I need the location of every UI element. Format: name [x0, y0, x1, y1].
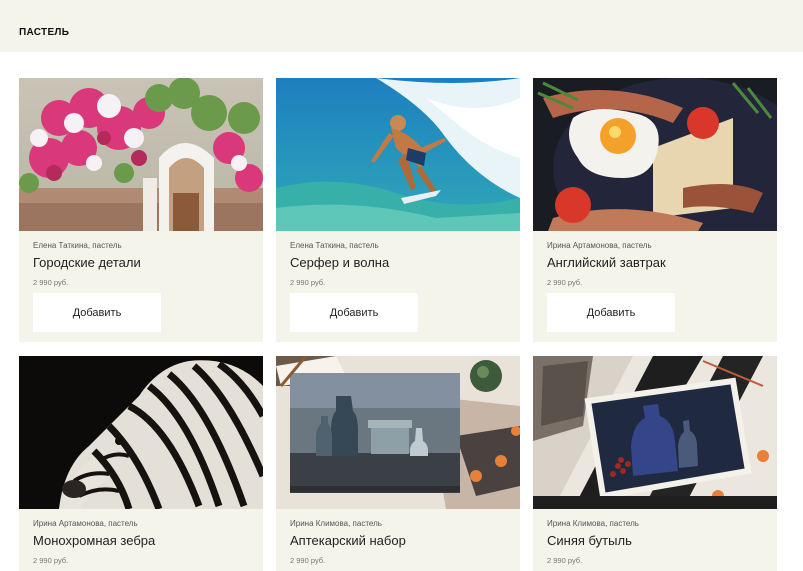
product-card[interactable]: Ирина Артамонова, пастель Монохромная зе… [19, 356, 263, 571]
product-image[interactable] [19, 356, 263, 509]
product-image[interactable] [276, 78, 520, 231]
product-title[interactable]: Серфер и волна [290, 255, 389, 270]
product-card[interactable]: Елена Таткина, пастель Серфер и волна 2 … [276, 78, 520, 342]
product-title[interactable]: Синяя бутыль [547, 533, 632, 548]
product-author: Ирина Климова, пастель [547, 519, 639, 528]
product-price: 2 990 руб. [33, 556, 69, 565]
product-card[interactable]: Ирина Климова, пастель Аптекарский набор… [276, 356, 520, 571]
product-card[interactable]: Ирина Климова, пастель Синяя бутыль 2 99… [533, 356, 777, 571]
product-title[interactable]: Английский завтрак [547, 255, 666, 270]
product-author: Ирина Климова, пастель [290, 519, 382, 528]
product-author: Ирина Артамонова, пастель [547, 241, 652, 250]
product-card[interactable]: Елена Таткина, пастель Городские детали … [19, 78, 263, 342]
add-to-cart-button[interactable]: Добавить [290, 293, 418, 332]
add-to-cart-button[interactable]: Добавить [547, 293, 675, 332]
product-image[interactable] [533, 78, 777, 231]
product-author: Елена Таткина, пастель [290, 241, 379, 250]
product-author: Елена Таткина, пастель [33, 241, 122, 250]
product-image[interactable] [19, 78, 263, 231]
page-header: ПАСТЕЛЬ [0, 0, 803, 52]
product-image[interactable] [533, 356, 777, 509]
product-image[interactable] [276, 356, 520, 509]
product-card[interactable]: Ирина Артамонова, пастель Английский зав… [533, 78, 777, 342]
product-title[interactable]: Монохромная зебра [33, 533, 155, 548]
product-price: 2 990 руб. [290, 278, 326, 287]
product-price: 2 990 руб. [33, 278, 69, 287]
product-price: 2 990 руб. [290, 556, 326, 565]
add-to-cart-button[interactable]: Добавить [33, 293, 161, 332]
product-price: 2 990 руб. [547, 278, 583, 287]
page-title: ПАСТЕЛЬ [19, 27, 70, 38]
product-title[interactable]: Городские детали [33, 255, 141, 270]
product-author: Ирина Артамонова, пастель [33, 519, 138, 528]
product-title[interactable]: Аптекарский набор [290, 533, 406, 548]
product-price: 2 990 руб. [547, 556, 583, 565]
